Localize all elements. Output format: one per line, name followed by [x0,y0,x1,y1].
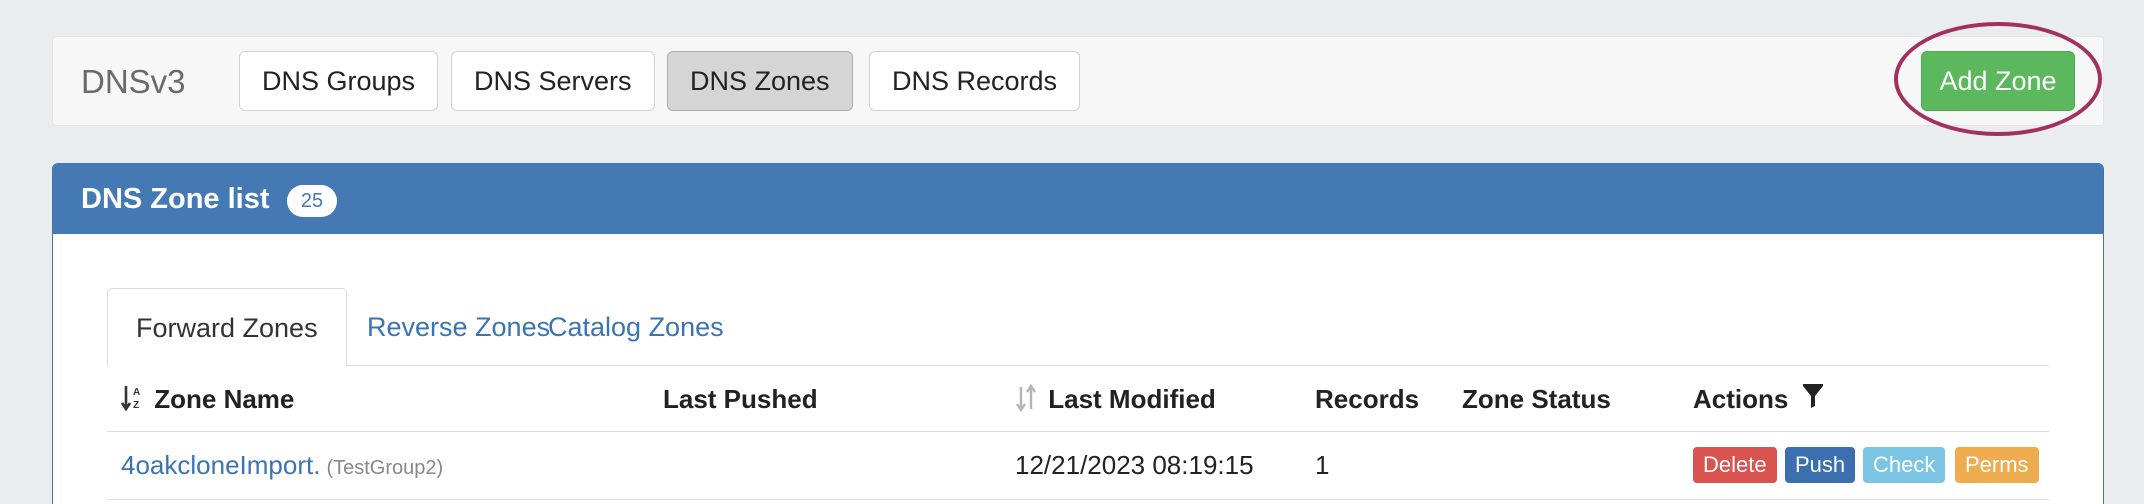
column-header-last-pushed[interactable]: Last Pushed [663,366,818,432]
zone-list-panel: DNS Zone list 25 Forward Zones Reverse Z… [52,163,2104,504]
records-cell: 1 [1315,450,1330,480]
panel-title: DNS Zone list [81,183,270,215]
zone-tabs: Forward Zones Reverse Zones Catalog Zone… [107,288,2049,367]
svg-text:A: A [133,387,140,398]
check-button[interactable]: Check [1863,447,1946,483]
svg-text:Z: Z [133,400,139,411]
zone-count-badge: 25 [287,185,337,217]
zone-group-label: (TestGroup2) [326,457,444,479]
app-title: DNSv3 [81,63,186,100]
delete-button[interactable]: Delete [1693,447,1777,483]
tab-catalog-zones[interactable]: Catalog Zones [520,288,752,366]
highlight-annotation [1894,22,2102,136]
column-header-last-modified[interactable]: Last Modified [1015,366,1216,432]
tab-forward-zones[interactable]: Forward Zones [107,288,347,367]
last-modified-cell: 12/21/2023 08:19:15 [1015,450,1254,480]
column-label-last-modified: Last Modified [1048,384,1216,414]
zone-name-link[interactable]: 4oakcloneImport. [121,450,320,480]
filter-icon[interactable] [1802,368,1824,434]
nav-dns-zones-button[interactable]: DNS Zones [667,51,853,111]
nav-dns-servers-button[interactable]: DNS Servers [451,51,655,111]
sort-icon[interactable] [1015,383,1044,414]
column-header-zone-name[interactable]: A Z Zone Name [120,366,295,432]
panel-header: DNS Zone list 25 [53,164,2103,234]
zone-name-cell: 4oakcloneImport. (TestGroup2) [121,432,443,501]
nav-dns-records-button[interactable]: DNS Records [869,51,1081,111]
table-header: A Z Zone Name Last Pushed Last Modified … [107,366,2049,432]
column-header-zone-status[interactable]: Zone Status [1462,366,1611,432]
table-row: 4oakcloneImport. (TestGroup2) 12/21/2023 … [107,432,2049,500]
column-header-records[interactable]: Records [1315,366,1419,432]
column-header-actions: Actions [1693,366,1824,434]
push-button[interactable]: Push [1785,447,1856,483]
nav-dns-groups-button[interactable]: DNS Groups [239,51,439,111]
sort-alpha-down-icon[interactable]: A Z [120,384,150,414]
perms-button[interactable]: Perms [1955,447,2039,483]
column-label-actions: Actions [1693,384,1789,414]
column-label-zone-name: Zone Name [154,384,295,414]
top-nav-bar: DNSv3 DNS Groups DNS Servers DNS Zones D… [52,36,2104,126]
